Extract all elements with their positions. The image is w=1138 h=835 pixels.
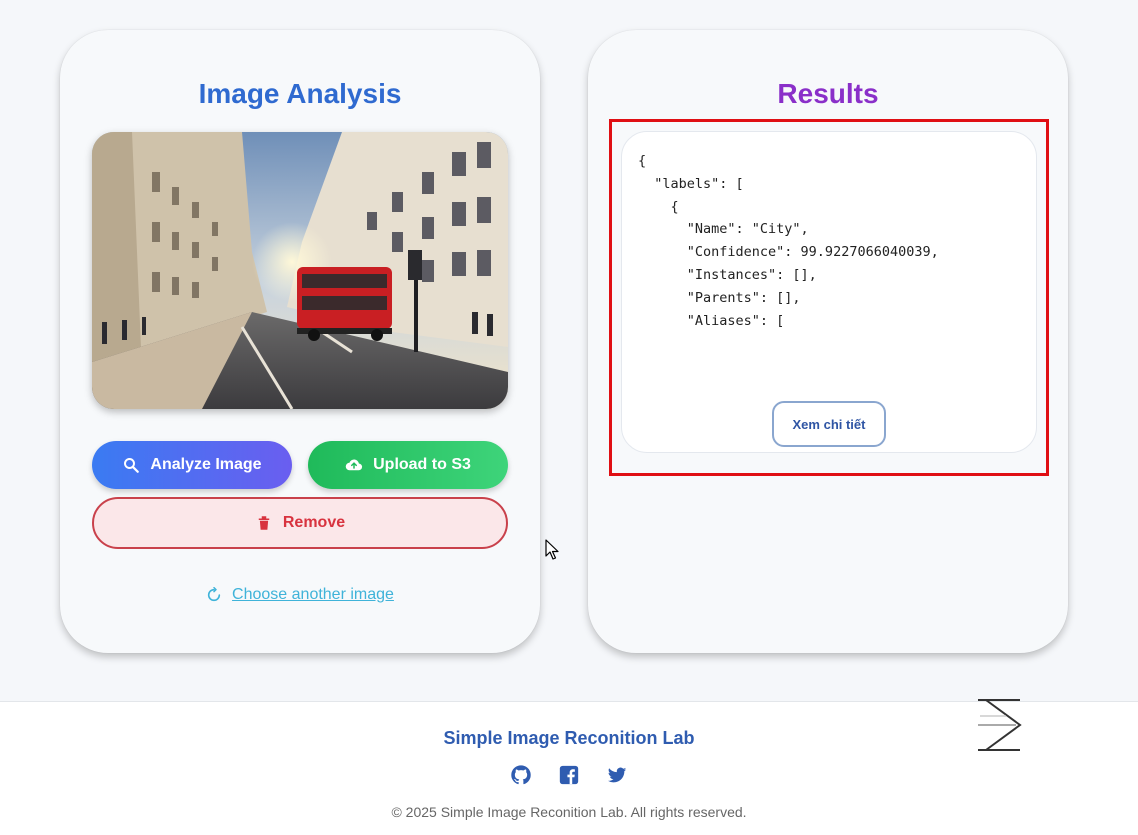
facebook-icon[interactable] bbox=[558, 764, 580, 786]
cloud-upload-icon bbox=[345, 459, 363, 471]
trash-icon bbox=[258, 516, 270, 530]
image-analysis-card: Image Analysis Analyze Image Upload to S… bbox=[60, 30, 540, 653]
choose-another-image-link[interactable]: Choose another image bbox=[232, 586, 394, 604]
json-output-text: { "labels": [ { "Name": "City", "Confide… bbox=[638, 153, 939, 329]
upload-to-s3-button[interactable]: Upload to S3 bbox=[308, 441, 508, 489]
footer: Simple Image Reconition Lab © 2025 Simpl… bbox=[0, 699, 1138, 835]
copyright-text: © 2025 Simple Image Reconition Lab. All … bbox=[391, 804, 747, 820]
choose-another-row: Choose another image bbox=[60, 586, 540, 604]
refresh-icon bbox=[207, 587, 221, 602]
search-icon bbox=[124, 458, 140, 473]
analyze-image-button[interactable]: Analyze Image bbox=[92, 441, 292, 489]
analyze-image-label: Analyze Image bbox=[150, 456, 262, 473]
github-icon[interactable] bbox=[510, 764, 532, 786]
twitter-icon[interactable] bbox=[606, 764, 628, 786]
social-links bbox=[0, 764, 1138, 786]
image-analysis-title: Image Analysis bbox=[198, 78, 402, 109]
uploaded-image-preview bbox=[92, 132, 508, 409]
json-output-box: { "labels": [ { "Name": "City", "Confide… bbox=[621, 131, 1037, 453]
results-title: Results bbox=[777, 78, 879, 109]
footer-title: Simple Image Reconition Lab bbox=[443, 728, 695, 748]
remove-label: Remove bbox=[282, 514, 346, 531]
results-highlight-frame: { "labels": [ { "Name": "City", "Confide… bbox=[609, 119, 1049, 476]
view-details-button[interactable]: Xem chi tiết bbox=[772, 401, 886, 447]
upload-to-s3-label: Upload to S3 bbox=[373, 456, 471, 473]
remove-button[interactable]: Remove bbox=[92, 497, 508, 549]
results-card: Results { "labels": [ { "Name": "City", … bbox=[588, 30, 1068, 653]
mouse-cursor-icon bbox=[545, 539, 559, 560]
